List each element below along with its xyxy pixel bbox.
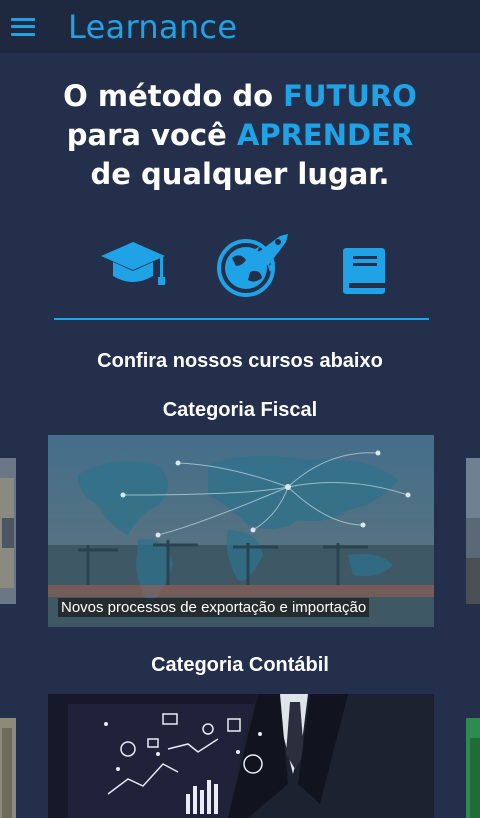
carousel-next-card-2[interactable] — [466, 718, 480, 818]
section-divider — [54, 318, 429, 320]
hero-line3: de qualquer lugar. — [90, 157, 390, 191]
feature-icons — [0, 232, 480, 302]
globe-rocket-icon — [217, 234, 288, 297]
hero-accent-futuro: FUTURO — [283, 79, 417, 113]
hero-line1: O método do — [63, 79, 284, 113]
category-title-contabil: Categoria Contábil — [151, 654, 329, 676]
courses-heading: Confira nossos cursos abaixo — [97, 350, 383, 372]
app-title[interactable]: Learnance — [68, 8, 237, 46]
course-card-caption: Novos processos de exportação e importaç… — [58, 598, 370, 617]
hero-headline: O método do FUTURO para você APRENDER de… — [0, 77, 480, 194]
carousel-prev-card[interactable] — [0, 458, 16, 604]
carousel-prev-card-2[interactable] — [0, 718, 16, 818]
course-card-fiscal[interactable]: Novos processos de exportação e importaç… — [48, 435, 434, 627]
course-card-contabil[interactable] — [48, 694, 434, 818]
hero-line2: para você — [66, 118, 237, 152]
graduation-cap-icon — [101, 242, 165, 285]
top-app-bar: Learnance — [0, 0, 480, 53]
hero-accent-aprender: APRENDER — [236, 118, 414, 152]
hamburger-menu-icon[interactable] — [11, 17, 35, 36]
category-title-fiscal: Categoria Fiscal — [162, 399, 318, 421]
carousel-next-card[interactable] — [466, 458, 480, 604]
book-icon — [343, 248, 385, 294]
course-image-business-analytics — [48, 694, 434, 818]
